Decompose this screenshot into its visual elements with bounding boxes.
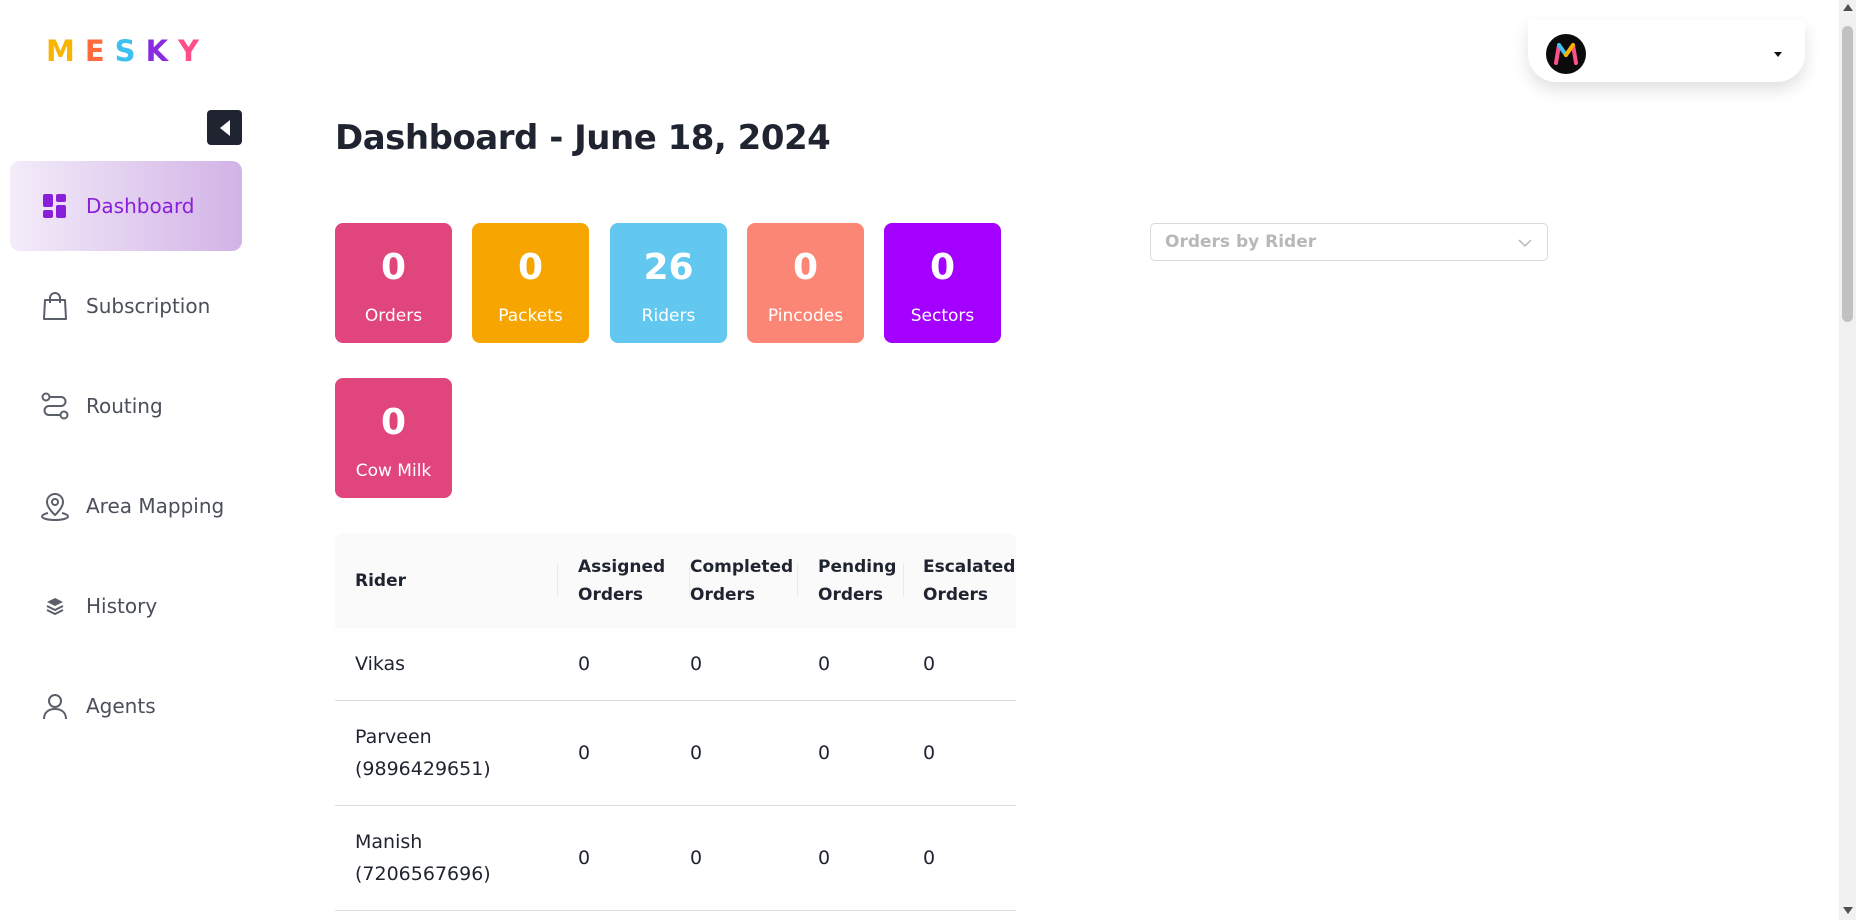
stat-label: Riders: [641, 306, 696, 326]
stat-card-sectors[interactable]: 0 Sectors: [884, 223, 1001, 343]
scroll-up-arrow-icon[interactable]: [1843, 4, 1853, 11]
dashboard-icon: [40, 191, 70, 221]
route-icon: [40, 391, 70, 421]
chevron-down-icon: [1518, 239, 1532, 248]
shopping-bag-icon: [40, 291, 70, 321]
stat-value: 26: [643, 247, 694, 288]
sidebar-item-subscription[interactable]: Subscription: [10, 261, 242, 351]
stat-value: 0: [380, 402, 407, 443]
stat-card-pincodes[interactable]: 0 Pincodes: [747, 223, 864, 343]
sidebar-item-label: Dashboard: [86, 194, 195, 218]
cell-escalated: 0: [923, 653, 936, 675]
map-pin-icon: [40, 491, 70, 521]
mesky-logo[interactable]: M E S K Y: [46, 34, 203, 68]
page-title: Dashboard - June 18, 2024: [335, 118, 831, 158]
cell-pending: 0: [818, 653, 831, 675]
avatar[interactable]: [1546, 34, 1586, 74]
column-header-pending[interactable]: Pending Orders: [818, 533, 903, 628]
cell-escalated: 0: [923, 847, 936, 869]
sidebar-item-label: Area Mapping: [86, 494, 225, 518]
logo-letter-m: M: [46, 34, 79, 68]
stat-card-packets[interactable]: 0 Packets: [472, 223, 589, 343]
cell-assigned: 0: [578, 653, 591, 675]
sidebar-item-label: Routing: [86, 394, 163, 418]
table-header: Rider Assigned Orders Completed Orders P…: [335, 533, 1016, 628]
stat-card-orders[interactable]: 0 Orders: [335, 223, 452, 343]
cell-pending: 0: [818, 847, 831, 869]
cell-rider: Vikas: [355, 653, 406, 675]
stat-value: 0: [792, 247, 819, 288]
logo-letter-e: E: [84, 34, 109, 68]
cell-rider: Manish (7206567696): [355, 831, 491, 885]
sidebar-item-routing[interactable]: Routing: [10, 361, 242, 451]
column-header-escalated[interactable]: Escalated Orders: [923, 533, 1015, 628]
scrollbar-thumb[interactable]: [1842, 26, 1853, 322]
column-header-assigned[interactable]: Assigned Orders: [578, 533, 673, 628]
select-placeholder: Orders by Rider: [1165, 232, 1317, 252]
cell-assigned: 0: [578, 742, 591, 764]
stat-value: 0: [517, 247, 544, 288]
table-row: Vikas 0 0 0 0: [335, 628, 1016, 701]
column-header-rider[interactable]: Rider: [355, 533, 535, 628]
sidebar-item-label: Agents: [86, 694, 156, 718]
rider-orders-table: Rider Assigned Orders Completed Orders P…: [335, 533, 1016, 911]
cell-assigned: 0: [578, 847, 591, 869]
table-row: Manish (7206567696) 0 0 0 0: [335, 806, 1016, 911]
stat-card-riders[interactable]: 26 Riders: [610, 223, 727, 343]
logo-letter-s: S: [114, 34, 140, 68]
stat-label: Orders: [364, 306, 423, 326]
stat-label: Cow Milk: [355, 461, 432, 481]
sidebar-item-area-mapping[interactable]: Area Mapping: [10, 461, 242, 551]
sidebar-item-history[interactable]: History: [10, 561, 242, 651]
column-divider: [557, 563, 558, 597]
column-divider: [797, 563, 798, 597]
orders-by-rider-select[interactable]: Orders by Rider: [1150, 223, 1548, 261]
sidebar-collapse-button[interactable]: [207, 110, 242, 145]
cell-completed: 0: [690, 653, 703, 675]
cell-completed: 0: [690, 847, 703, 869]
cell-pending: 0: [818, 742, 831, 764]
stat-value: 0: [380, 247, 407, 288]
table-row: Parveen (9896429651) 0 0 0 0: [335, 701, 1016, 806]
user-menu[interactable]: [1528, 20, 1805, 82]
layers-icon: [40, 591, 70, 621]
logo-letter-k: K: [145, 34, 173, 68]
column-divider: [903, 563, 904, 597]
cell-escalated: 0: [923, 742, 936, 764]
stat-card-cow-milk[interactable]: 0 Cow Milk: [335, 378, 452, 498]
scroll-down-arrow-icon[interactable]: [1843, 907, 1853, 914]
stat-label: Pincodes: [767, 306, 844, 326]
column-header-completed[interactable]: Completed Orders: [690, 533, 793, 628]
chevron-down-icon[interactable]: [1774, 52, 1782, 57]
stat-label: Packets: [498, 306, 563, 326]
stat-value: 0: [929, 247, 956, 288]
cell-rider: Parveen (9896429651): [355, 726, 491, 780]
sidebar-item-dashboard[interactable]: Dashboard: [10, 161, 242, 251]
sidebar-item-label: History: [86, 594, 158, 618]
sidebar-item-label: Subscription: [86, 294, 211, 318]
cell-completed: 0: [690, 742, 703, 764]
logo-letter-y: Y: [178, 34, 204, 68]
caret-left-icon: [219, 119, 230, 136]
stat-label: Sectors: [910, 306, 975, 326]
sidebar-item-agents[interactable]: Agents: [10, 661, 242, 751]
user-icon: [40, 691, 70, 721]
mesky-m-icon: [1554, 43, 1578, 65]
